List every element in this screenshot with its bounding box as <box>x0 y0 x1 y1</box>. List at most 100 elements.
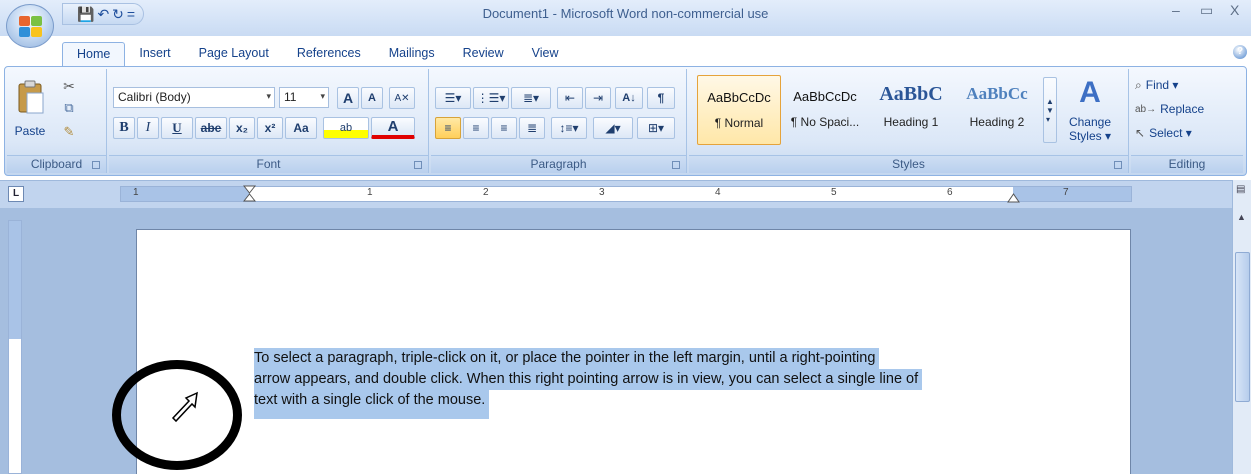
scroll-up-icon[interactable]: ▲ <box>1237 212 1246 222</box>
ruler-number: 1 <box>133 187 139 198</box>
italic-button[interactable]: I <box>137 117 159 139</box>
ribbon: Paste ✂ ⧉ ✎ Clipboard Calibri (Body) ▾ 1… <box>4 66 1247 176</box>
chevron-down-icon: ▾ <box>266 91 271 101</box>
close-button[interactable]: X <box>1230 2 1239 18</box>
tab-selector-button[interactable]: L <box>8 186 24 202</box>
title-bar: 💾 ↶ ↻ = Document1 - Microsoft Word non-c… <box>0 0 1251 36</box>
sort-button[interactable]: A↓ <box>615 87 643 109</box>
change-case-button[interactable]: Aa <box>285 117 317 139</box>
find-button[interactable]: ⌕ Find ▾ <box>1135 75 1235 95</box>
ribbon-tabs: Home Insert Page Layout References Maili… <box>62 42 572 66</box>
borders-icon[interactable]: ⊞▾ <box>637 117 675 139</box>
multilevel-list-icon[interactable]: ≣▾ <box>511 87 551 109</box>
bold-button[interactable]: B <box>113 117 135 139</box>
change-styles-icon[interactable]: A <box>1065 75 1115 111</box>
selected-line: arrow appears, and double click. When th… <box>254 369 923 390</box>
tab-page-layout[interactable]: Page Layout <box>185 42 283 66</box>
minimize-button[interactable]: – <box>1172 2 1180 18</box>
tab-review[interactable]: Review <box>449 42 518 66</box>
replace-button[interactable]: ab→ Replace <box>1135 99 1235 119</box>
cut-icon[interactable]: ✂ <box>59 77 79 95</box>
tab-mailings[interactable]: Mailings <box>375 42 449 66</box>
show-formatting-button[interactable]: ¶ <box>647 87 675 109</box>
style-normal[interactable]: AaBbCcDc ¶ Normal <box>697 75 781 145</box>
office-logo-icon <box>19 16 43 38</box>
align-left-icon[interactable]: ≡ <box>435 117 461 139</box>
ruler-number: 1 <box>367 187 373 198</box>
font-group-label: Font <box>109 155 428 173</box>
line-spacing-icon[interactable]: ↕≡▾ <box>551 117 587 139</box>
font-size-combo[interactable]: 11 ▾ <box>279 87 329 108</box>
view-ruler-icon[interactable]: ▤ <box>1236 184 1245 195</box>
replace-icon: ab→ <box>1135 103 1157 115</box>
underline-button[interactable]: U <box>161 117 193 139</box>
styles-launcher-icon[interactable] <box>1114 161 1122 169</box>
strikethrough-button[interactable]: abe <box>195 117 227 139</box>
vertical-ruler[interactable] <box>8 220 22 474</box>
ruler-number: 2 <box>483 187 489 198</box>
tab-references[interactable]: References <box>283 42 375 66</box>
paragraph-group-label: Paragraph <box>431 155 686 173</box>
selected-line: text with a single click of the mouse. <box>254 390 490 419</box>
format-painter-icon[interactable]: ✎ <box>59 123 79 141</box>
paragraph-group: ☰▾ ⋮☰▾ ≣▾ ⇤ ⇥ A↓ ¶ ≡ ≡ ≡ ≣ ↕≡▾ ◢▾ ⊞▾ Par… <box>431 69 687 173</box>
top-margin-area <box>9 221 21 339</box>
align-right-icon[interactable]: ≡ <box>491 117 517 139</box>
style-heading-2[interactable]: AaBbCc Heading 2 <box>955 75 1039 145</box>
tab-home[interactable]: Home <box>62 42 126 66</box>
clipboard-launcher-icon[interactable] <box>92 161 100 169</box>
decrease-indent-icon[interactable]: ⇤ <box>557 87 583 109</box>
shrink-font-button[interactable]: A <box>361 87 383 109</box>
numbering-icon[interactable]: ⋮☰▾ <box>473 87 509 109</box>
increase-indent-icon[interactable]: ⇥ <box>585 87 611 109</box>
font-size-value: 11 <box>284 90 297 104</box>
justify-icon[interactable]: ≣ <box>519 117 545 139</box>
restore-button[interactable]: ▭ <box>1200 2 1213 19</box>
paste-button[interactable]: Paste <box>11 123 49 139</box>
cursor-icon: ↖ <box>1135 126 1146 140</box>
ruler-number: 3 <box>599 187 605 198</box>
vertical-scrollbar[interactable]: ▤ ▲ <box>1232 180 1251 474</box>
font-group: Calibri (Body) ▾ 11 ▾ A A A✕ B I U abe x… <box>109 69 429 173</box>
text-highlight-button[interactable]: ab <box>323 117 369 139</box>
font-color-button[interactable]: A <box>371 117 415 139</box>
paragraph-launcher-icon[interactable] <box>672 161 680 169</box>
editing-group-label: Editing <box>1131 155 1243 173</box>
tab-insert[interactable]: Insert <box>125 42 184 66</box>
font-name-combo[interactable]: Calibri (Body) ▾ <box>113 87 275 108</box>
style-heading-1[interactable]: AaBbC Heading 1 <box>869 75 953 145</box>
right-pointing-arrow-icon <box>171 391 198 423</box>
styles-scroll-icon[interactable]: ▲ ▼ ▾ <box>1043 77 1057 143</box>
clear-formatting-icon[interactable]: A✕ <box>389 87 415 109</box>
align-center-icon[interactable]: ≡ <box>463 117 489 139</box>
ruler-number: 4 <box>715 187 721 198</box>
scrollbar-thumb[interactable] <box>1235 252 1250 402</box>
horizontal-ruler[interactable]: 1 1 2 3 4 5 6 7 <box>120 185 1132 203</box>
help-icon[interactable]: ? <box>1233 45 1247 59</box>
chevron-down-icon: ▾ <box>320 91 325 101</box>
right-indent-marker-icon[interactable] <box>1007 191 1021 203</box>
shading-icon[interactable]: ◢▾ <box>593 117 633 139</box>
change-styles-line1[interactable]: Change <box>1063 115 1117 129</box>
change-styles-line2[interactable]: Styles ▾ <box>1063 129 1117 143</box>
styles-group: AaBbCcDc ¶ Normal AaBbCcDc ¶ No Spaci...… <box>689 69 1129 173</box>
office-button[interactable] <box>6 4 54 48</box>
bullets-icon[interactable]: ☰▾ <box>435 87 471 109</box>
superscript-button[interactable]: x² <box>257 117 283 139</box>
clipboard-group: Paste ✂ ⧉ ✎ Clipboard <box>7 69 107 173</box>
tab-view[interactable]: View <box>518 42 573 66</box>
ruler-number: 6 <box>947 187 953 198</box>
right-margin-area <box>1013 187 1131 201</box>
style-no-spacing[interactable]: AaBbCcDc ¶ No Spaci... <box>783 75 867 145</box>
font-name-value: Calibri (Body) <box>118 90 191 104</box>
styles-group-label: Styles <box>689 155 1128 173</box>
indent-marker-icon[interactable] <box>243 185 257 203</box>
ruler-number: 7 <box>1063 187 1069 198</box>
subscript-button[interactable]: x₂ <box>229 117 255 139</box>
paste-icon[interactable] <box>13 77 49 117</box>
selected-paragraph[interactable]: To select a paragraph, triple-click on i… <box>254 348 1034 419</box>
copy-icon[interactable]: ⧉ <box>59 99 79 117</box>
grow-font-button[interactable]: A <box>337 87 359 109</box>
select-button[interactable]: ↖ Select ▾ <box>1135 123 1235 143</box>
font-launcher-icon[interactable] <box>414 161 422 169</box>
